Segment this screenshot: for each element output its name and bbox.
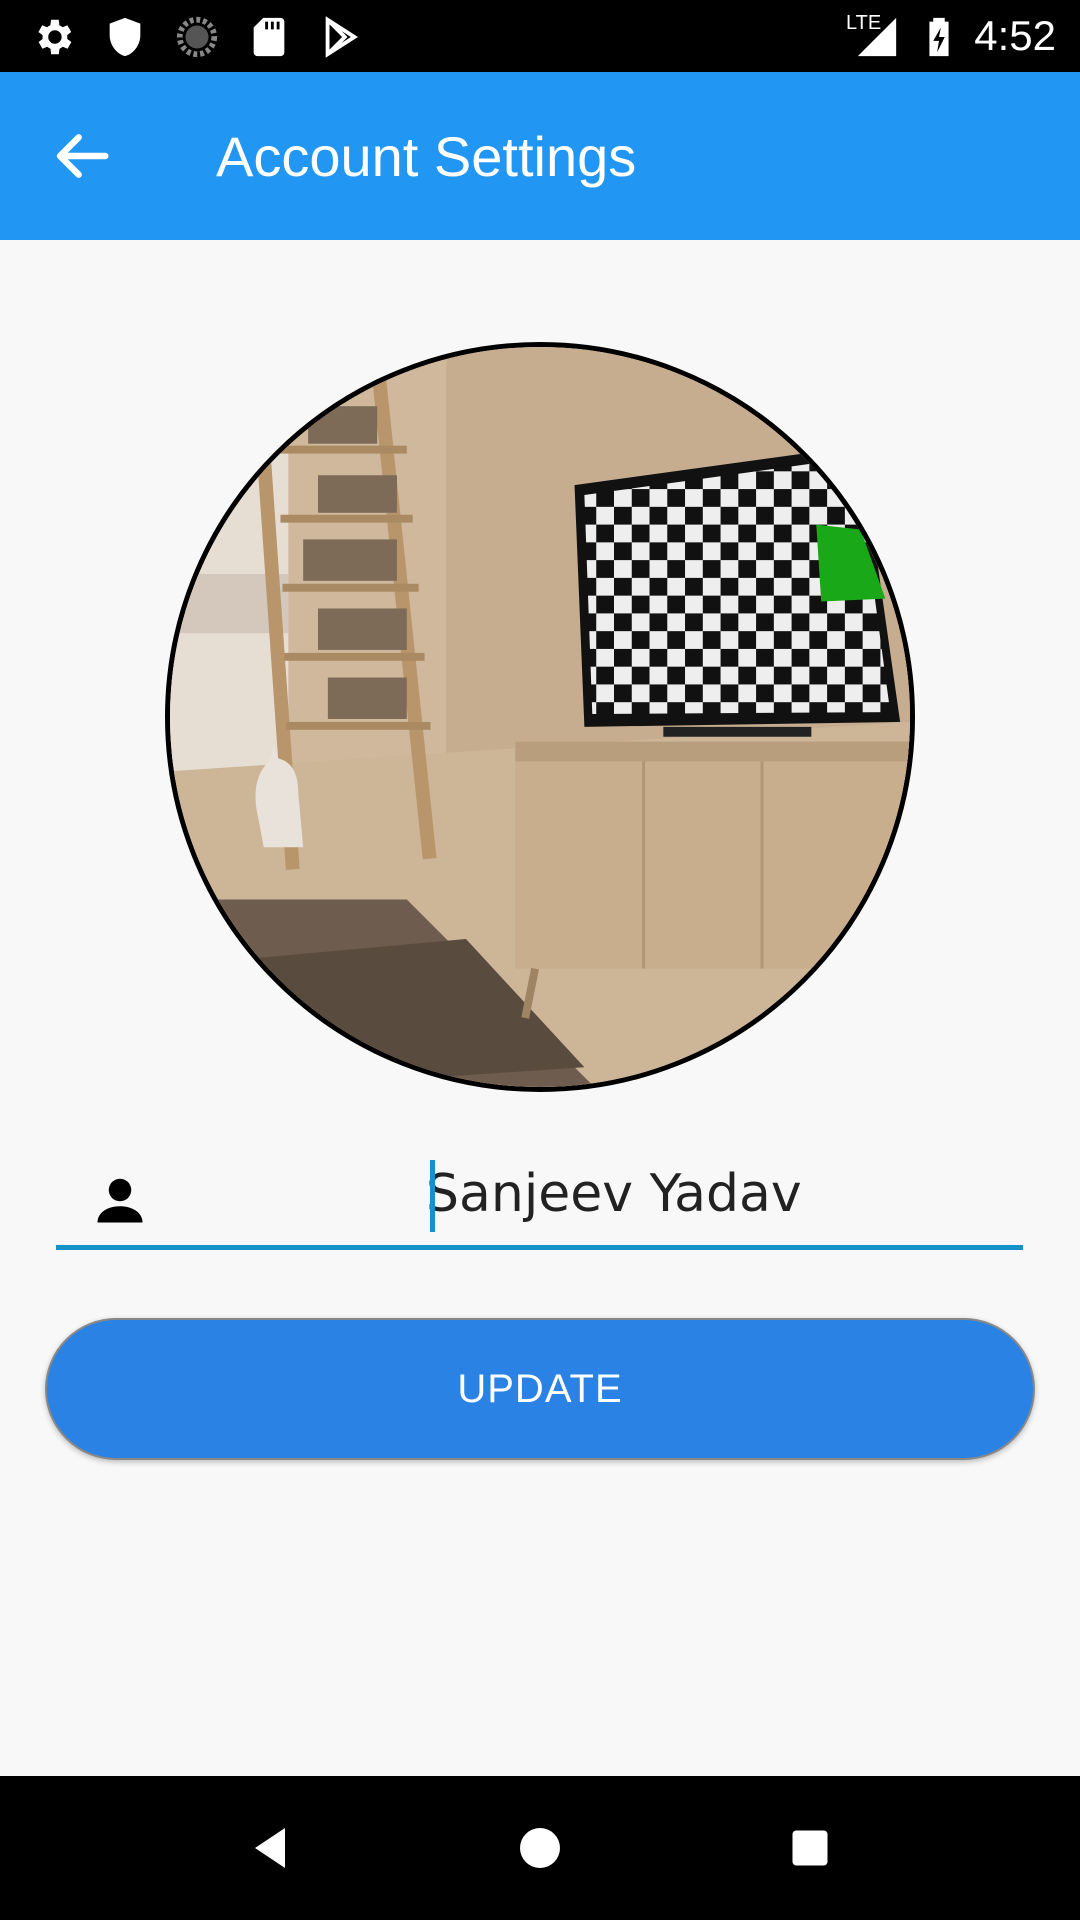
navigation-bar: [0, 1776, 1080, 1920]
recents-square-icon[interactable]: [780, 1818, 840, 1878]
arrow-back-icon[interactable]: [52, 124, 116, 188]
sd-card-icon: [253, 17, 285, 57]
play-store-icon: [325, 16, 358, 58]
profile-photo: [170, 347, 910, 1087]
shield-icon: [109, 17, 141, 57]
home-circle-icon[interactable]: [510, 1818, 570, 1878]
profile-avatar[interactable]: [165, 342, 915, 1092]
update-button[interactable]: UPDATE: [45, 1318, 1035, 1460]
person-icon: [97, 1178, 143, 1223]
app-bar: Account Settings: [0, 72, 1080, 240]
signal-icon: [857, 17, 897, 57]
text-cursor: [430, 1160, 435, 1232]
sync-icon: [176, 16, 218, 58]
battery-charging-icon: [929, 17, 949, 57]
page-title: Account Settings: [216, 125, 637, 188]
status-bar: LTE 4:52: [0, 0, 1080, 72]
settings-icon: [38, 19, 72, 55]
back-triangle-icon[interactable]: [240, 1818, 300, 1878]
name-input[interactable]: [426, 1154, 1006, 1234]
name-field: [56, 1140, 1023, 1250]
status-time: 4:52: [974, 12, 1056, 59]
